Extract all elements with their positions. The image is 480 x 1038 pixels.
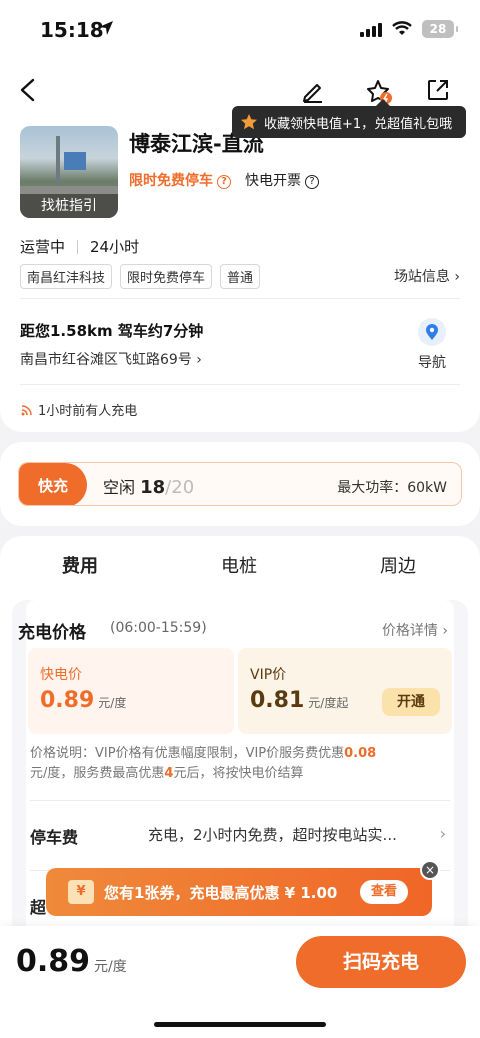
tag-type: 普通 xyxy=(220,264,261,289)
operating-state: 运营中 xyxy=(20,238,66,256)
vip-open-button[interactable]: 开通 xyxy=(382,688,440,716)
fast-price-value: 0.89 元/度 xyxy=(40,688,127,713)
bottom-price: 0.89 元/度 xyxy=(16,944,127,979)
navigate-button[interactable]: 导航 xyxy=(412,318,452,372)
back-icon[interactable] xyxy=(16,76,40,104)
tab-charger[interactable]: 电桩 xyxy=(221,552,257,578)
tooltip-text: 收藏领快电值+1，兑超值礼包哦 xyxy=(264,116,453,132)
vip-price-value: 0.81 元/度起 xyxy=(250,688,349,713)
station-address[interactable]: 南昌市红谷滩区飞虹路69号 › xyxy=(20,349,202,369)
fast-charge-row[interactable]: 快充 空闲 18/20 最大功率：60kW xyxy=(18,462,462,506)
parking-fee-value: 充电，2小时内免费，超时按电站实... xyxy=(148,826,397,844)
coupon-view-button[interactable]: 查看 xyxy=(360,880,408,904)
divider xyxy=(20,298,460,299)
detail-tabs: 费用 电桩 周边 xyxy=(0,552,480,592)
divider xyxy=(20,384,460,385)
map-pin-icon xyxy=(418,318,446,346)
star-badge-icon xyxy=(241,114,257,130)
coupon-ticket-icon: ¥ xyxy=(68,880,94,904)
vip-price-box: VIP价 0.81 元/度起 开通 xyxy=(238,648,452,734)
operating-hours: 24小时 xyxy=(90,238,140,256)
station-tagline: 限时免费停车? 快电开票? xyxy=(129,170,319,190)
charger-summary-card: 快充 空闲 18/20 最大功率：60kW xyxy=(0,442,480,526)
edit-icon[interactable] xyxy=(300,78,326,104)
fast-invoice-label[interactable]: 快电开票? xyxy=(245,170,319,190)
close-icon[interactable]: × xyxy=(420,860,440,880)
idle-count: 空闲 18/20 xyxy=(103,477,195,498)
navigate-label: 导航 xyxy=(418,355,446,371)
divider xyxy=(30,800,450,801)
tag-operator: 南昌红沣科技 xyxy=(20,264,113,289)
location-arrow-icon xyxy=(99,21,113,35)
status-bar: 15:18 28 xyxy=(0,0,480,62)
help-icon: ? xyxy=(217,175,231,189)
status-time: 15:18 xyxy=(40,18,104,42)
help-icon: ? xyxy=(305,175,319,189)
favorite-tooltip: 收藏领快电值+1，兑超值礼包哦 xyxy=(232,99,466,138)
price-time-range: (06:00-15:59) xyxy=(110,620,207,636)
tab-nearby[interactable]: 周边 xyxy=(380,552,416,578)
price-detail-link[interactable]: 价格详情 › xyxy=(382,620,448,640)
tab-fee[interactable]: 费用 xyxy=(62,552,98,584)
station-tags: 南昌红沣科技 限时免费停车 普通 xyxy=(20,264,261,289)
station-photo[interactable]: 找桩指引 xyxy=(20,126,118,218)
free-parking-label[interactable]: 限时免费停车? xyxy=(129,170,231,190)
coupon-banner[interactable]: ¥ 您有1张券，充电最高优惠 ¥ 1.00 查看 xyxy=(46,868,432,916)
tag-parking: 限时免费停车 xyxy=(120,264,213,289)
wifi-icon xyxy=(392,21,412,35)
vip-price-label: VIP价 xyxy=(250,667,287,683)
max-power: 最大功率：60kW xyxy=(337,480,447,496)
signal-icon xyxy=(360,21,382,37)
fast-price-box: 快电价 0.89 元/度 xyxy=(28,648,234,734)
scan-charge-button[interactable]: 扫码充电 xyxy=(296,936,466,988)
fast-price-label: 快电价 xyxy=(40,667,82,683)
signal-wave-icon xyxy=(21,404,32,415)
nav-bar xyxy=(0,70,480,110)
bottom-bar: 0.89 元/度 扫码充电 xyxy=(0,926,480,1038)
station-info-link[interactable]: 场站信息 › xyxy=(394,266,460,286)
parking-fee-label: 停车费 xyxy=(30,828,79,847)
guide-caption: 找桩指引 xyxy=(20,194,118,218)
status-indicators: 28 xyxy=(360,20,458,38)
overtime-fee-row[interactable]: 超 xyxy=(30,894,46,918)
chevron-right-icon: › xyxy=(439,824,446,843)
price-note: 价格说明：VIP价格有优惠幅度限制，VIP价服务费优惠0.08 元/度，服务费最高… xyxy=(30,746,377,781)
operation-status: 运营中 24小时 xyxy=(20,236,139,257)
price-title: 充电价格 xyxy=(18,623,86,643)
coupon-text: 您有1张券，充电最高优惠 ¥ 1.00 xyxy=(104,884,338,902)
recent-charge: 1小时前有人充电 xyxy=(20,400,137,419)
distance-info: 距您1.58km 驾车约7分钟 xyxy=(20,322,204,340)
share-icon[interactable] xyxy=(426,78,450,102)
battery-indicator: 28 xyxy=(422,20,458,38)
fast-charge-tag: 快充 xyxy=(19,463,87,505)
home-indicator xyxy=(154,1022,326,1027)
